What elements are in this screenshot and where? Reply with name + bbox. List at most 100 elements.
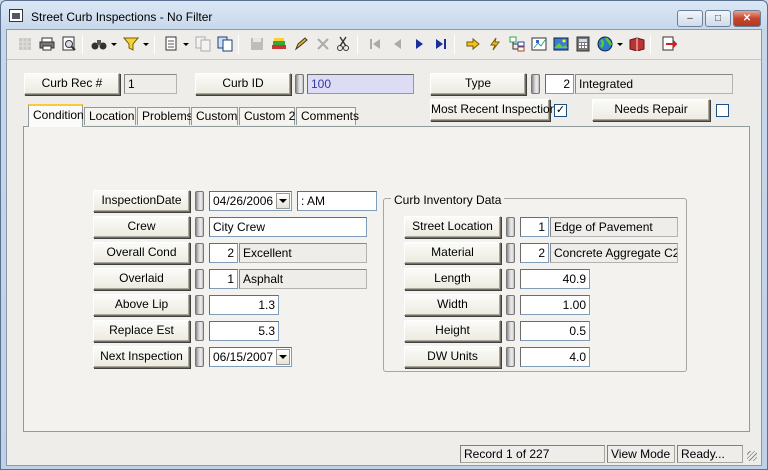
edit-pencil-icon[interactable] — [291, 34, 311, 54]
type-label[interactable]: Type — [430, 73, 526, 95]
lookup-handle[interactable] — [195, 217, 204, 237]
lookup-handle[interactable] — [506, 217, 515, 237]
toolbar-separator — [650, 35, 651, 54]
lookup-handle[interactable] — [195, 295, 204, 315]
last-record-icon[interactable] — [431, 34, 451, 54]
material-code-field[interactable]: 2 — [520, 243, 549, 263]
type-code-field[interactable]: 2 — [545, 74, 574, 94]
dw-units-field[interactable]: 4.0 — [520, 347, 590, 367]
lookup-handle[interactable] — [506, 295, 515, 315]
replace-est-label[interactable]: Replace Est — [93, 320, 190, 342]
chevron-down-icon[interactable] — [183, 43, 189, 46]
delete-icon[interactable] — [313, 34, 333, 54]
most-recent-inspection-label[interactable]: Most Recent Inspection — [430, 99, 556, 121]
chevron-down-icon[interactable] — [143, 43, 149, 46]
dw-units-label[interactable]: DW Units — [404, 346, 501, 368]
lookup-handle[interactable] — [506, 347, 515, 367]
height-field[interactable]: 0.5 — [520, 321, 590, 341]
curb-rec-field: 1 — [124, 74, 177, 94]
width-label[interactable]: Width — [404, 294, 501, 316]
length-label[interactable]: Length — [404, 268, 501, 290]
tree-icon[interactable] — [507, 34, 527, 54]
tab-custom-2[interactable]: Custom 2 — [239, 107, 295, 125]
width-field[interactable]: 1.00 — [520, 295, 590, 315]
chevron-down-icon[interactable] — [111, 43, 117, 46]
lookup-handle[interactable] — [531, 74, 540, 94]
print-preview-icon[interactable] — [59, 34, 79, 54]
overall-cond-label[interactable]: Overall Cond — [93, 242, 190, 264]
grid-icon[interactable] — [15, 34, 35, 54]
arrow-right-icon[interactable] — [463, 34, 483, 54]
globe-icon[interactable] — [595, 34, 615, 54]
tab-custom[interactable]: Custom — [191, 107, 238, 125]
lookup-handle[interactable] — [195, 191, 204, 211]
lookup-handle[interactable] — [506, 243, 515, 263]
chevron-down-icon[interactable] — [276, 193, 290, 209]
binoculars-icon[interactable] — [89, 34, 109, 54]
maximize-button[interactable]: □ — [705, 10, 731, 27]
overall-cond-code-field[interactable]: 2 — [209, 243, 238, 263]
crew-field[interactable]: City Crew — [209, 217, 367, 237]
calculator-icon[interactable] — [573, 34, 593, 54]
next-record-icon[interactable] — [409, 34, 429, 54]
lookup-handle[interactable] — [195, 269, 204, 289]
needs-repair-checkbox[interactable] — [716, 104, 729, 117]
image-icon[interactable] — [551, 34, 571, 54]
replace-est-field[interactable]: 5.3 — [209, 321, 279, 341]
next-inspection-label[interactable]: Next Inspection — [93, 346, 190, 368]
document-icon[interactable] — [161, 34, 181, 54]
length-field[interactable]: 40.9 — [520, 269, 590, 289]
filter-icon[interactable] — [121, 34, 141, 54]
curb-rec-label[interactable]: Curb Rec # — [24, 73, 120, 95]
curb-id-label[interactable]: Curb ID — [195, 73, 291, 95]
cut-icon[interactable] — [333, 34, 353, 54]
inspection-time-field[interactable]: : AM — [297, 191, 377, 211]
needs-repair-label[interactable]: Needs Repair — [592, 99, 710, 121]
inspection-date-label[interactable]: InspectionDate — [93, 190, 190, 212]
previous-record-icon[interactable] — [387, 34, 407, 54]
export-icon[interactable] — [215, 34, 235, 54]
street-location-label[interactable]: Street Location — [404, 216, 501, 238]
print-icon[interactable] — [37, 34, 57, 54]
overlaid-label[interactable]: Overlaid — [93, 268, 190, 290]
resize-grip[interactable] — [747, 451, 757, 461]
stack-icon[interactable] — [269, 34, 289, 54]
toolbar-separator — [82, 35, 83, 54]
lookup-handle[interactable] — [506, 269, 515, 289]
chevron-down-icon[interactable] — [617, 43, 623, 46]
height-label[interactable]: Height — [404, 320, 501, 342]
crew-label[interactable]: Crew — [93, 216, 190, 238]
curb-id-field[interactable]: 100 — [307, 74, 414, 94]
lookup-handle[interactable] — [295, 74, 304, 94]
toolbar-separator — [238, 35, 239, 54]
chevron-down-icon[interactable] — [276, 349, 290, 365]
lookup-handle[interactable] — [195, 321, 204, 341]
inspection-date-field[interactable]: 04/26/2006 — [209, 191, 292, 211]
copy-icon[interactable] — [193, 34, 213, 54]
lookup-handle[interactable] — [195, 243, 204, 263]
minimize-button[interactable]: – — [677, 10, 703, 27]
first-record-icon[interactable] — [365, 34, 385, 54]
toolbar — [7, 30, 761, 60]
lookup-handle[interactable] — [195, 347, 204, 367]
above-lip-field[interactable]: 1.3 — [209, 295, 279, 315]
save-icon[interactable] — [247, 34, 267, 54]
above-lip-label[interactable]: Above Lip — [93, 294, 190, 316]
close-button[interactable]: ✕ — [733, 10, 761, 27]
most-recent-inspection-checkbox[interactable]: ✓ — [554, 104, 567, 117]
material-label[interactable]: Material — [404, 242, 501, 264]
map-icon[interactable] — [529, 34, 549, 54]
exit-icon[interactable] — [659, 34, 679, 54]
street-location-code-field[interactable]: 1 — [520, 217, 549, 237]
tab-condition[interactable]: Condition — [28, 104, 84, 127]
tab-problems[interactable]: Problems — [137, 107, 193, 125]
next-inspection-field[interactable]: 06/15/2007 — [209, 347, 292, 367]
tab-location[interactable]: Location — [84, 107, 136, 125]
overlaid-code-field[interactable]: 1 — [209, 269, 238, 289]
book-icon[interactable] — [627, 34, 647, 54]
overall-cond-description-field: Excellent — [239, 243, 367, 263]
lightning-icon[interactable] — [485, 34, 505, 54]
tab-comments[interactable]: Comments — [296, 107, 359, 125]
title-bar[interactable]: Street Curb Inspections - No Filter – □ … — [1, 1, 767, 29]
lookup-handle[interactable] — [506, 321, 515, 341]
